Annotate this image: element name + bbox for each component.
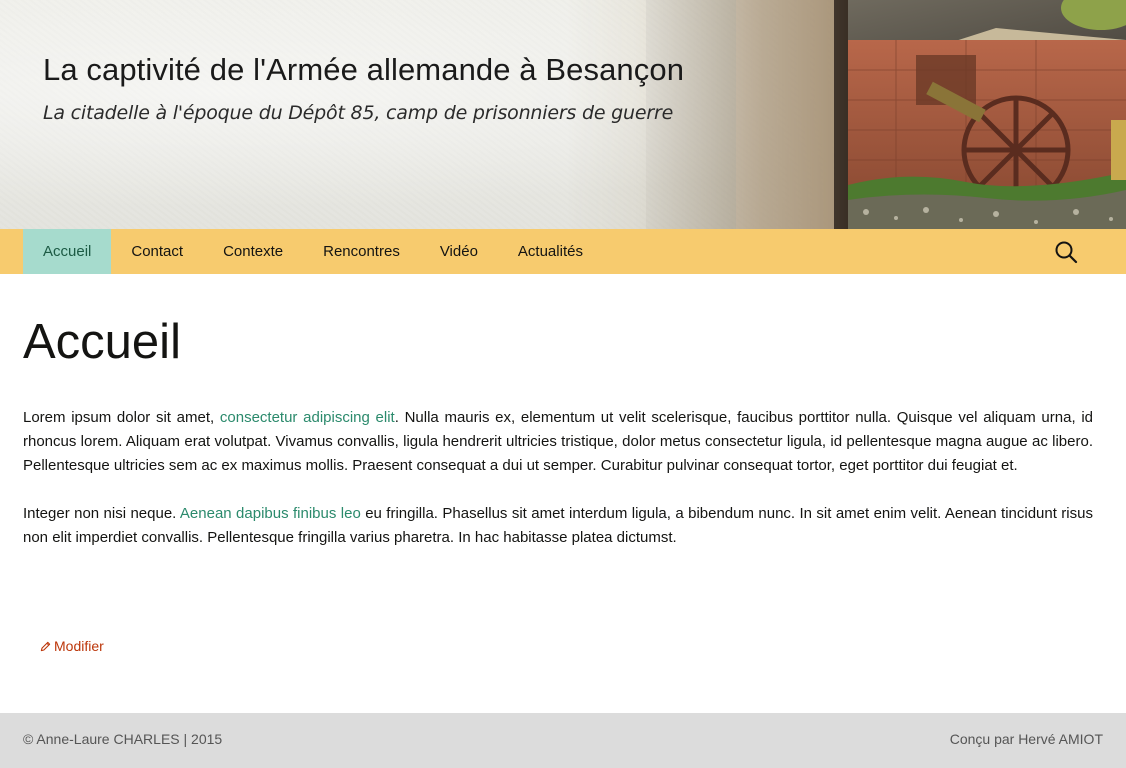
page-title: Accueil: [23, 315, 181, 369]
entry-content: Lorem ipsum dolor sit amet, consectetur …: [23, 406, 1093, 574]
nav-item-accueil[interactable]: Accueil: [23, 229, 112, 274]
nav-item-rencontres[interactable]: Rencontres: [303, 229, 420, 274]
paragraph-2-text-start: Integer non nisi neque.: [23, 505, 180, 522]
nav-item-video[interactable]: Vidéo: [420, 229, 498, 274]
pencil-icon: [40, 641, 51, 651]
paragraph-1-text-start: Lorem ipsum dolor sit amet,: [23, 409, 220, 426]
site-description: La citadelle à l'époque du Dépôt 85, cam…: [43, 102, 674, 124]
search-icon[interactable]: [1054, 240, 1078, 264]
footer-credit: Conçu par Hervé AMIOT: [949, 731, 1103, 747]
edit-link[interactable]: Modifier: [40, 638, 104, 654]
edit-link-label: Modifier: [54, 638, 104, 654]
site-header: La captivité de l'Armée allemande à Besa…: [0, 0, 1126, 229]
nav-item-contact[interactable]: Contact: [111, 229, 203, 274]
nav-item-contexte[interactable]: Contexte: [203, 229, 303, 274]
site-title[interactable]: La captivité de l'Armée allemande à Besa…: [43, 52, 684, 88]
paragraph-2-link[interactable]: Aenean dapibus finibus leo: [180, 505, 361, 522]
site-footer: © Anne-Laure CHARLES | 2015 Conçu par He…: [0, 713, 1126, 768]
nav-menu: Accueil Contact Contexte Rencontres Vidé…: [23, 229, 603, 274]
footer-copyright: © Anne-Laure CHARLES | 2015: [23, 731, 223, 747]
paragraph-1-link[interactable]: consectetur adipiscing elit: [220, 409, 395, 426]
paragraph-2: Integer non nisi neque. Aenean dapibus f…: [23, 502, 1093, 550]
paragraph-1: Lorem ipsum dolor sit amet, consectetur …: [23, 406, 1093, 478]
nav-item-actualites[interactable]: Actualités: [498, 229, 603, 274]
main-navigation: Accueil Contact Contexte Rencontres Vidé…: [0, 229, 1126, 274]
